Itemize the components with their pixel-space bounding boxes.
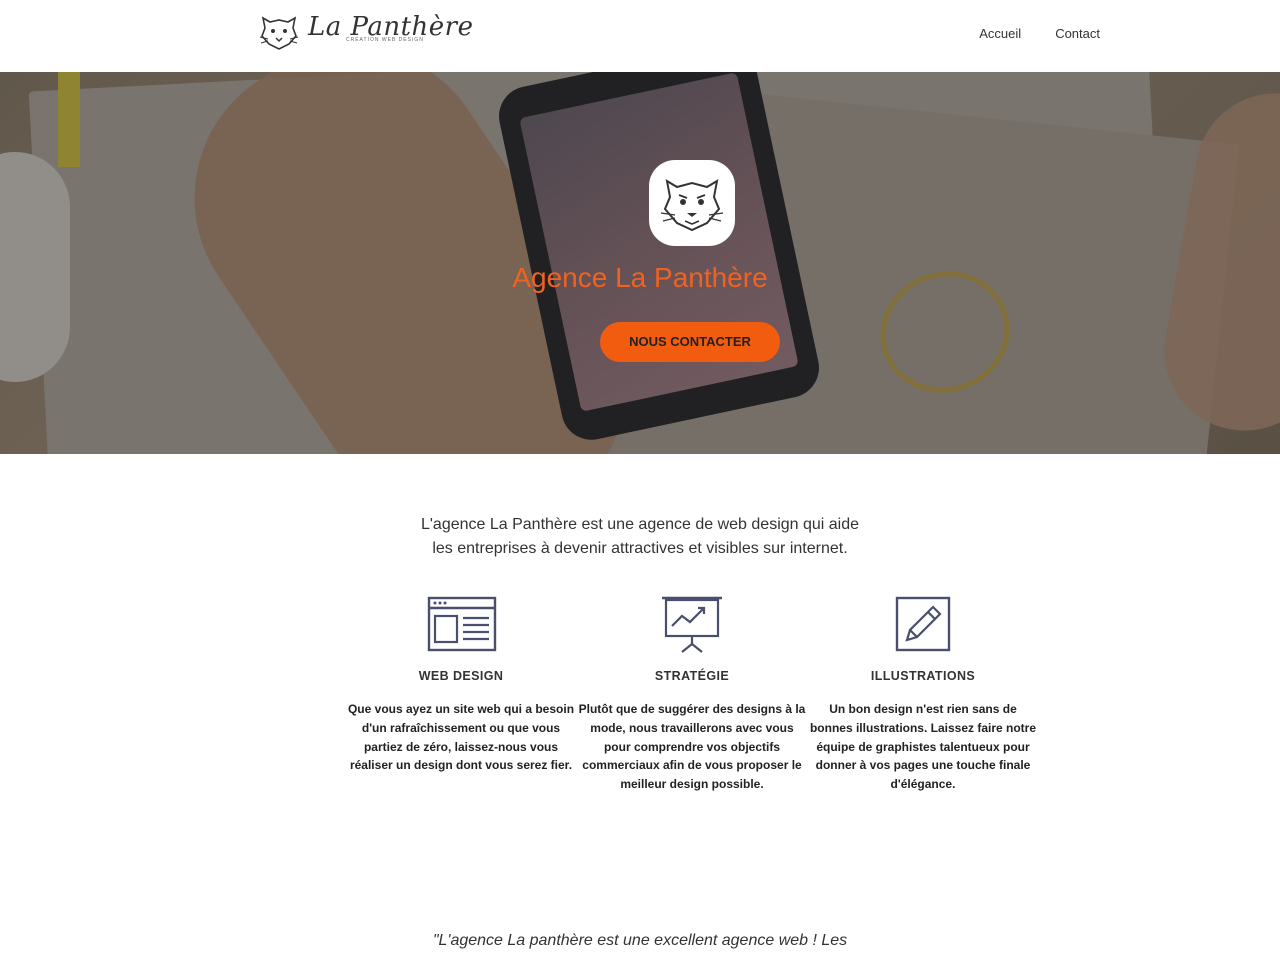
- site-header: La Panthère CRÉATION WEB DESIGN Accueil …: [0, 0, 1280, 72]
- hero-logo-badge: [649, 160, 735, 246]
- main-nav: Accueil Contact: [979, 26, 1100, 41]
- logo-tagline: CRÉATION WEB DESIGN: [346, 37, 424, 43]
- nav-link-contact[interactable]: Contact: [1055, 26, 1100, 41]
- feature-description: Que vous ayez un site web qui a besoin d…: [347, 702, 575, 773]
- intro-line-2: les entreprises à devenir attractives et…: [432, 540, 848, 557]
- intro-text: L'agence La Panthère est une agence de w…: [0, 513, 1280, 561]
- feature-illustrations: ILLUSTRATIONS Un bon design n'est rien s…: [808, 590, 1038, 794]
- feature-strategie: STRATÉGIE Plutôt que de suggérer des des…: [577, 590, 807, 794]
- intro-line-1: L'agence La Panthère est une agence de w…: [420, 516, 860, 533]
- feature-title: STRATÉGIE: [654, 669, 730, 683]
- nav-link-accueil[interactable]: Accueil: [979, 26, 1021, 41]
- testimonial-quote: "L'agence La panthère est une excellent …: [432, 932, 848, 949]
- hero-title: Agence La Panthère: [512, 262, 768, 293]
- feature-title: ILLUSTRATIONS: [870, 669, 976, 683]
- browser-window-icon: [427, 596, 497, 652]
- contact-us-button[interactable]: NOUS CONTACTER: [600, 322, 780, 362]
- feature-web-design: WEB DESIGN Que vous ayez un site web qui…: [346, 590, 576, 775]
- panther-head-icon: [660, 178, 724, 232]
- pencil-edit-icon: [895, 596, 951, 652]
- site-logo[interactable]: La Panthère CRÉATION WEB DESIGN: [258, 12, 474, 54]
- presentation-chart-icon: [662, 596, 722, 653]
- hero-section: Agence La Panthère NOUS CONTACTER: [0, 72, 1280, 454]
- panther-logo-icon: [259, 16, 299, 50]
- feature-description: Un bon design n'est rien sans de bonnes …: [809, 702, 1037, 792]
- feature-title: WEB DESIGN: [418, 669, 504, 683]
- feature-description: Plutôt que de suggérer des designs à la …: [578, 702, 806, 792]
